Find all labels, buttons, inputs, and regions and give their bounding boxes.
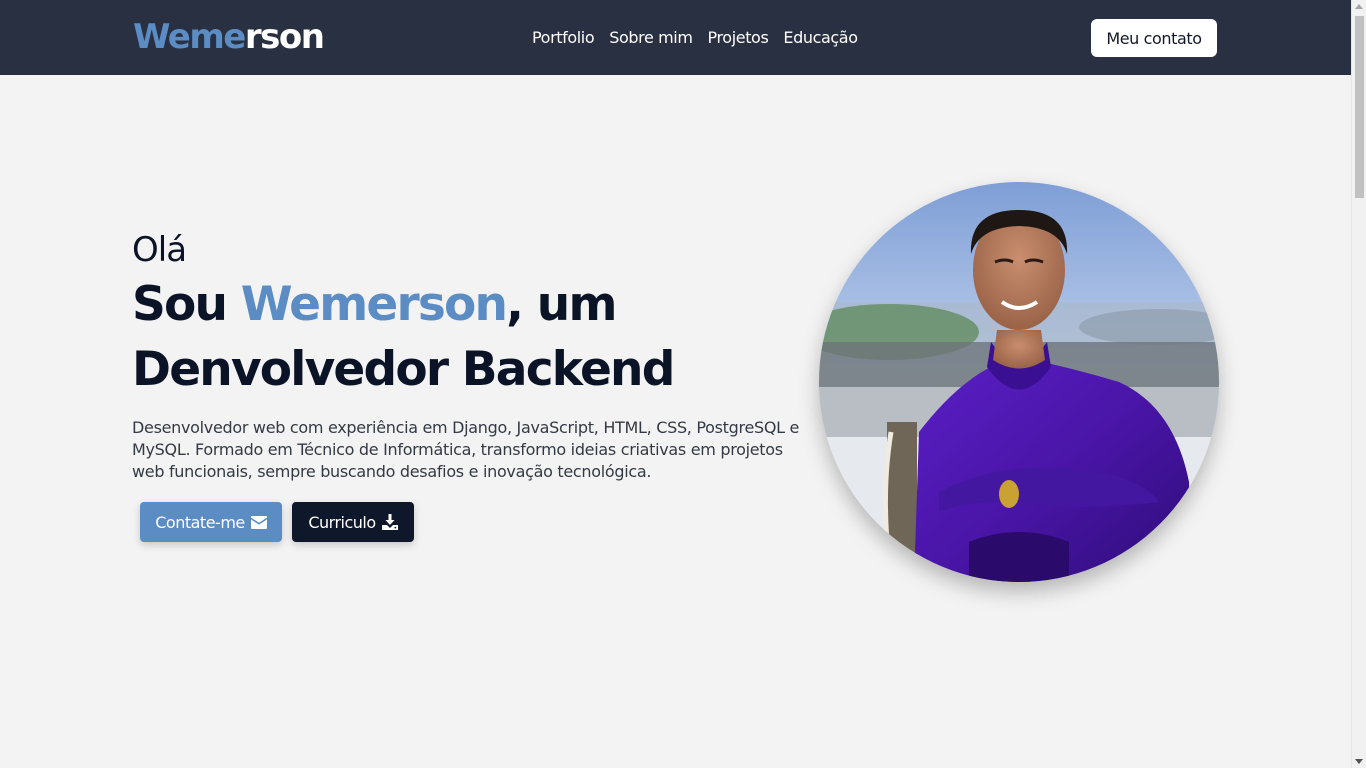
profile-photo-image [819,182,1219,582]
nav-link-portfolio[interactable]: Portfolio [532,26,595,50]
headline-prefix: Sou [132,277,241,332]
hero-headline: Sou Wemerson, um Denvolvedor Backend [132,272,822,402]
nav-links: Portfolio Sobre mim Projetos Educação [532,26,858,50]
contate-me-label: Contate-me [155,512,245,532]
page-scrollbar[interactable] [1351,0,1366,768]
hero-description: Desenvolvedor web com experiência em Dja… [132,418,800,481]
profile-photo [819,182,1219,582]
logo-part-accent: Weme [133,17,246,57]
download-icon [381,514,398,530]
scroll-thumb[interactable] [1355,16,1364,198]
curriculo-button[interactable]: Curriculo [292,502,414,542]
navbar: Wemerson Portfolio Sobre mim Projetos Ed… [0,0,1351,75]
curriculo-label: Curriculo [308,512,376,532]
headline-suffix: , um [506,277,617,332]
scroll-up-icon[interactable] [1355,4,1363,9]
nav-link-projetos[interactable]: Projetos [708,26,769,50]
headline-line2: Denvolvedor Backend [132,342,675,397]
contate-me-button[interactable]: Contate-me [140,502,282,542]
nav-link-educacao[interactable]: Educação [783,26,858,50]
scroll-down-icon[interactable] [1355,759,1363,764]
logo-part-white: rson [244,17,325,57]
greeting: Olá [132,230,187,270]
logo[interactable]: Wemerson [133,16,325,58]
headline-name: Wemerson [240,277,508,332]
nav-link-sobre-mim[interactable]: Sobre mim [609,26,693,50]
meu-contato-button[interactable]: Meu contato [1091,19,1217,57]
envelope-icon [250,515,267,529]
